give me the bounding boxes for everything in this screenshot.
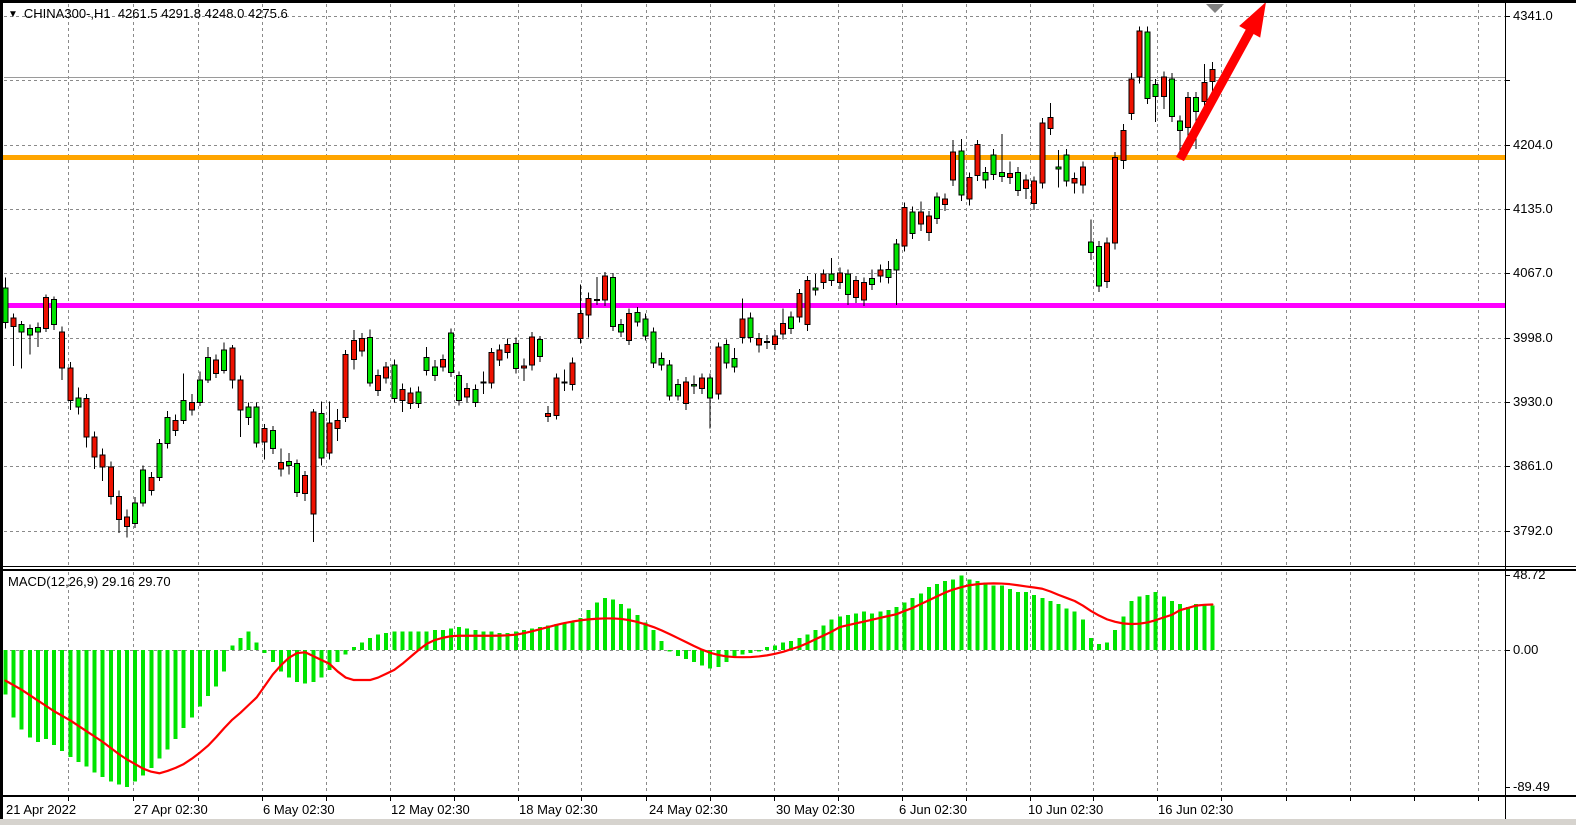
time-tick-label: 16 Jun 02:30 (1158, 802, 1233, 818)
time-tick-label: 30 May 02:30 (776, 802, 855, 818)
price-tick-label: 4341.0 (1513, 8, 1553, 24)
price-tick-label: 3998.0 (1513, 330, 1553, 346)
chart-title: ▼ CHINA300-,H1 4261.5 4291.8 4248.0 4275.… (8, 6, 288, 21)
time-axis[interactable]: 21 Apr 2022 27 Apr 02:30 6 May 02:30 12 May… (0, 797, 1505, 819)
chart-canvas[interactable] (0, 0, 1505, 819)
panel-separator-bottom[interactable] (0, 569, 1576, 571)
price-tick-label: 4204.0 (1513, 137, 1553, 153)
symbol-dropdown-icon[interactable]: ▼ (8, 9, 18, 20)
symbol-timeframe-label: CHINA300-,H1 (24, 6, 111, 21)
price-tick-label: 3792.0 (1513, 523, 1553, 539)
time-tick-label: 24 May 02:30 (649, 802, 728, 818)
ohlc-values: 4261.5 4291.8 4248.0 4275.6 (118, 6, 288, 21)
time-tick-label: 18 May 02:30 (519, 802, 598, 818)
time-tick-label: 27 Apr 02:30 (134, 802, 208, 818)
macd-tick-label: -89.49 (1513, 779, 1550, 795)
macd-tick-label: 48.72 (1513, 567, 1546, 583)
trading-chart-window: ▼ CHINA300-,H1 4261.5 4291.8 4248.0 4275.… (0, 0, 1576, 825)
price-tick-label: 3861.0 (1513, 458, 1553, 474)
price-tick-label: 4135.0 (1513, 201, 1553, 217)
window-bottom-strip (0, 819, 1576, 825)
time-tick-label: 6 Jun 02:30 (899, 802, 967, 818)
left-border (0, 0, 3, 819)
time-tick-label: 6 May 02:30 (263, 802, 335, 818)
time-tick-label: 12 May 02:30 (391, 802, 470, 818)
time-tick-label: 10 Jun 02:30 (1028, 802, 1103, 818)
price-axis[interactable]: 4275.6 4190.0 4032.2 4341.04204.04135.04… (1505, 0, 1576, 797)
time-tick-label: 21 Apr 2022 (6, 802, 76, 818)
macd-indicator-label: MACD(12,26,9) 29.16 29.70 (8, 574, 171, 589)
top-border (0, 0, 1576, 3)
price-tick-label: 3930.0 (1513, 394, 1553, 410)
panel-separator-top[interactable] (0, 566, 1576, 567)
price-tick-label: 4067.0 (1513, 265, 1553, 281)
macd-tick-label: 0.00 (1513, 642, 1538, 658)
